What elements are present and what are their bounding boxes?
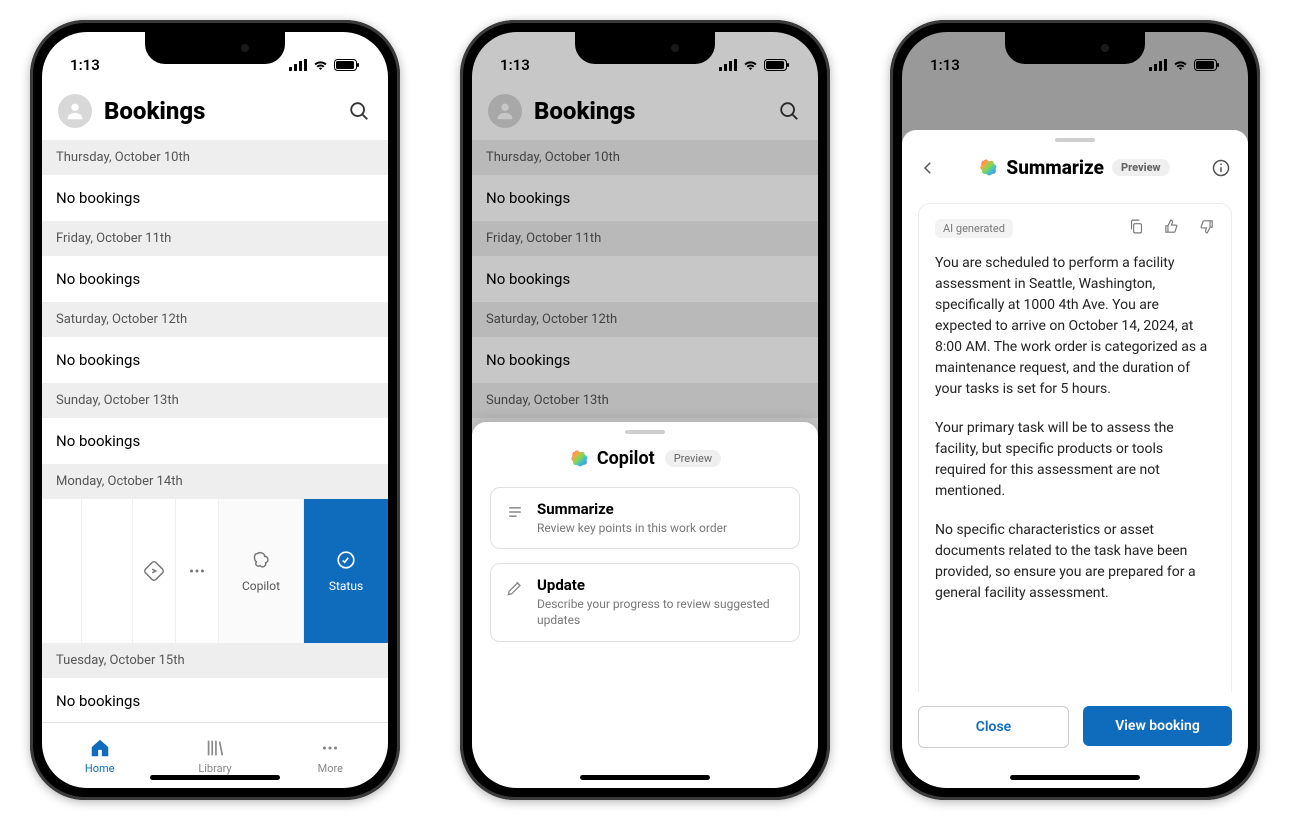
date-header: Sunday, October 13th	[42, 383, 388, 418]
list-icon	[505, 502, 525, 522]
card-title: Summarize	[537, 500, 727, 518]
no-bookings: No bookings	[42, 678, 388, 722]
action-label: Copilot	[242, 579, 280, 593]
close-button[interactable]: Close	[918, 706, 1069, 748]
home-indicator[interactable]	[580, 775, 710, 780]
phone-3: 1:13 Summarize Preview	[890, 20, 1260, 800]
card-title: Update	[537, 576, 785, 594]
sheet-footer: Close View booking	[902, 692, 1248, 788]
date-header: Saturday, October 12th	[42, 302, 388, 337]
status-time: 1:13	[930, 56, 960, 74]
action-direction[interactable]	[132, 499, 175, 643]
copilot-sheet: Copilot Preview Summarize Review key poi…	[472, 422, 818, 788]
status-time: 1:13	[70, 56, 100, 74]
phone-1: 1:13 Bookings Thursday, October 10th No	[30, 20, 400, 800]
action-status[interactable]: Status	[303, 499, 388, 643]
status-icons	[1149, 59, 1220, 71]
avatar[interactable]	[58, 94, 92, 128]
option-summarize[interactable]: Summarize Review key points in this work…	[490, 487, 800, 549]
option-update[interactable]: Update Describe your progress to review …	[490, 563, 800, 641]
summary-paragraph: Your primary task will be to assess the …	[935, 418, 1215, 502]
button-label: View booking	[1115, 718, 1200, 734]
card-subtitle: Review key points in this work order	[537, 520, 727, 536]
info-button[interactable]	[1210, 157, 1232, 179]
sheet-header: Copilot Preview	[472, 434, 818, 487]
header: Bookings	[42, 86, 388, 140]
back-button[interactable]	[918, 158, 938, 178]
booking-card-peek: up sment ington	[42, 499, 82, 643]
thumbs-up-icon[interactable]	[1163, 218, 1180, 239]
date-header: Thursday, October 10th	[42, 140, 388, 175]
copilot-logo: Copilot	[569, 448, 655, 469]
bookings-list[interactable]: Thursday, October 10th No bookings Frida…	[42, 140, 388, 722]
view-booking-button[interactable]: View booking	[1083, 706, 1232, 746]
no-bookings: No bookings	[42, 175, 388, 221]
action-copilot[interactable]: Copilot	[218, 499, 303, 643]
tab-home[interactable]: Home	[42, 723, 157, 788]
summary-paragraph: You are scheduled to perform a facility …	[935, 253, 1215, 400]
tab-label: More	[318, 762, 343, 775]
button-label: Close	[976, 719, 1011, 735]
preview-chip: Preview	[665, 450, 721, 467]
no-bookings: No bookings	[42, 337, 388, 383]
booking-row-swiped[interactable]: up sment ington C	[42, 499, 388, 643]
summarize-sheet: Summarize Preview AI generated	[902, 130, 1248, 788]
peek-text: up	[42, 517, 77, 532]
status-icons	[289, 59, 360, 71]
pencil-icon	[505, 578, 525, 598]
no-bookings: No bookings	[42, 256, 388, 302]
copy-icon[interactable]	[1128, 218, 1145, 239]
home-indicator[interactable]	[1010, 775, 1140, 780]
home-indicator[interactable]	[150, 775, 280, 780]
summary-paragraph: No specific characteristics or asset doc…	[935, 520, 1215, 604]
action-label: Status	[329, 579, 363, 593]
notch	[1005, 32, 1145, 64]
date-header: Friday, October 11th	[42, 221, 388, 256]
swipe-actions: Copilot Status	[132, 499, 388, 643]
phone-2: 1:13 Bookings Thursday, October 10th No	[460, 20, 830, 800]
no-bookings: No bookings	[42, 418, 388, 464]
tab-label: Library	[198, 762, 231, 775]
tab-label: Home	[85, 762, 115, 775]
sheet-title: Summarize	[1006, 156, 1104, 179]
date-header: Monday, October 14th	[42, 464, 388, 499]
tab-more[interactable]: More	[273, 723, 388, 788]
sheet-header: Summarize Preview	[902, 142, 1248, 189]
ai-generated-chip: AI generated	[935, 219, 1013, 238]
date-header: Tuesday, October 15th	[42, 643, 388, 678]
notch	[575, 32, 715, 64]
peek-text: sment	[42, 549, 77, 564]
card-subtitle: Describe your progress to review suggest…	[537, 596, 785, 628]
preview-chip: Preview	[1112, 159, 1170, 176]
page-title: Bookings	[104, 97, 334, 125]
sheet-title: Copilot	[597, 448, 655, 469]
summary-card: AI generated You are scheduled to perfor…	[918, 203, 1232, 692]
peek-text: ington	[42, 581, 77, 596]
search-icon[interactable]	[346, 98, 372, 124]
thumbs-down-icon[interactable]	[1198, 218, 1215, 239]
action-more[interactable]	[175, 499, 218, 643]
sheet-title-group: Summarize Preview	[948, 156, 1200, 179]
notch	[145, 32, 285, 64]
